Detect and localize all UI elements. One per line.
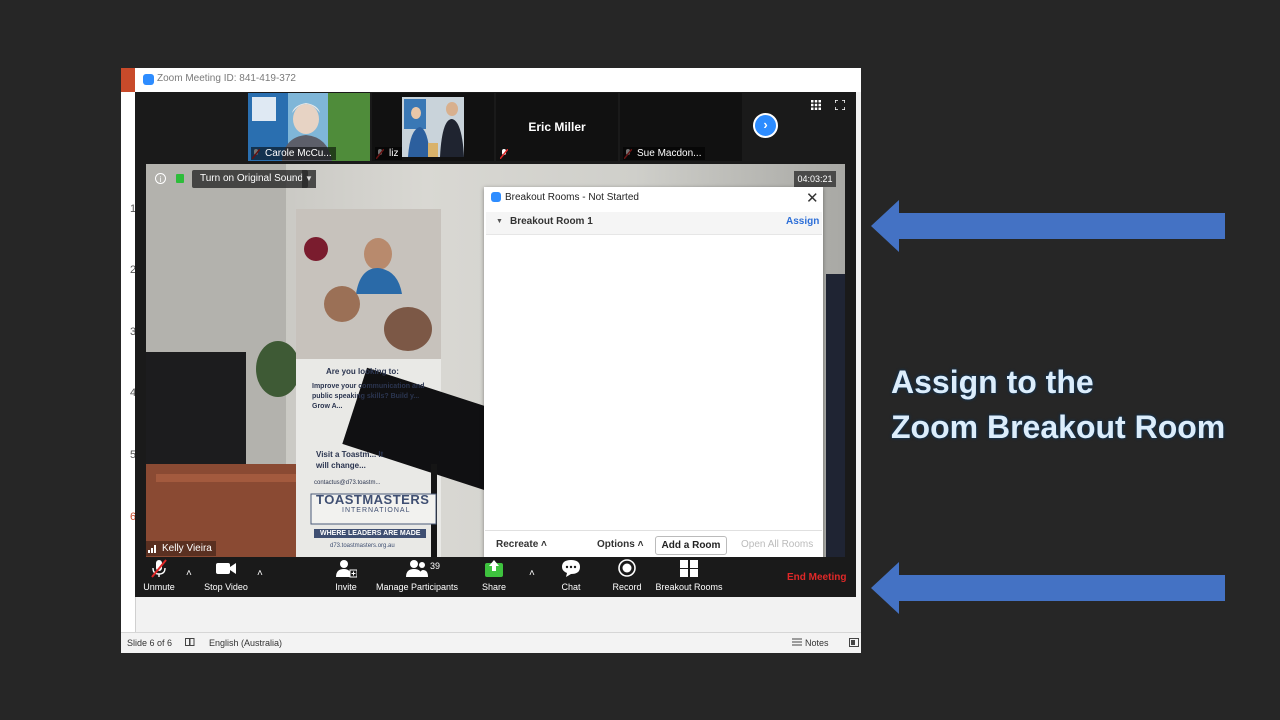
annotation-arrow-left-icon [871,562,1225,614]
gallery-view-icon[interactable] [811,100,821,110]
share-screen-icon [485,560,503,577]
breakout-rooms-label: Breakout Rooms [655,582,723,592]
meeting-id-title: Zoom Meeting ID: 841-419-372 [157,73,296,84]
open-all-rooms-button[interactable]: Open All Rooms [741,539,813,550]
original-sound-dropdown-icon[interactable]: ▼ [302,170,316,188]
meeting-info-icon[interactable]: i [155,173,166,184]
participant-name-large: Eric Miller [528,120,586,134]
options-button[interactable]: Options ˄ [597,539,643,550]
recreate-button[interactable]: Recreate ˄ [496,539,547,550]
chevron-up-icon: ˄ [637,539,644,550]
zoom-logo-icon [491,192,501,202]
stop-video-button[interactable]: Stop Video [203,559,249,592]
poster-body: Improve your communication and public sp… [312,383,425,410]
record-label: Record [612,582,642,592]
video-camera-icon [216,563,236,574]
breakout-rooms-button[interactable]: Breakout Rooms [655,559,723,592]
fullscreen-icon[interactable] [835,100,845,110]
participant-thumbnail[interactable]: liz [372,93,494,161]
assign-link[interactable]: Assign [786,216,819,227]
options-label: Options [597,539,635,550]
breakout-rooms-dialog [484,187,823,559]
caption-line-2: Zoom Breakout Room [891,409,1226,445]
participants-icon [406,560,428,577]
video-options-caret-icon[interactable]: ˄ [257,568,263,579]
signal-strength-icon [148,545,156,553]
record-icon [618,559,636,577]
unmute-label: Unmute [143,582,175,592]
annotation-arrow-left-icon [871,200,1225,252]
poster-brand: TOASTMASTERS [316,492,430,507]
breakout-room-name: Breakout Room 1 [510,216,593,227]
poster-headline: Are you looking to: [326,367,399,376]
muted-mic-icon [151,559,167,578]
invite-person-icon [336,560,358,578]
poster-site: d73.toastmasters.org.au [330,543,395,549]
record-button[interactable]: Record [611,559,643,592]
muted-mic-icon [500,149,508,159]
manage-participants-label: Manage Participants [376,582,459,592]
unmute-button[interactable]: Unmute [141,559,177,592]
breakout-rooms-icon [680,560,698,577]
next-page-arrow-icon[interactable]: › [753,113,778,138]
stop-video-label: Stop Video [204,582,248,592]
encryption-lock-icon[interactable] [176,174,184,183]
chat-button[interactable]: Chat [558,559,584,592]
annotation-caption: Assign to the Zoom Breakout Room [891,360,1225,450]
share-label: Share [481,582,507,592]
original-sound-button[interactable]: Turn on Original Sound [192,170,308,188]
manage-participants-button[interactable]: Manage Participants [376,559,458,592]
share-options-caret-icon[interactable]: ˄ [529,568,535,579]
zoom-title-bar: Zoom Meeting ID: 841-419-372 [135,68,861,92]
add-room-button[interactable]: Add a Room [655,536,727,555]
recreate-label: Recreate [496,539,539,550]
invite-label: Invite [335,582,357,592]
audio-options-caret-icon[interactable]: ˄ [186,568,192,579]
breakout-dialog-title: Breakout Rooms - Not Started [505,192,639,203]
normal-view-icon[interactable] [849,638,859,649]
participant-thumbnail[interactable]: Sue Macdon... [620,93,742,161]
poster-tagline: WHERE LEADERS ARE MADE [314,529,427,538]
poster-contact: contactus@d73.toastm... [314,480,381,486]
language-indicator[interactable]: English (Australia) [209,638,282,648]
end-meeting-button[interactable]: End Meeting [787,572,846,583]
chevron-up-icon: ˄ [541,539,547,550]
chat-bubble-icon [562,560,580,577]
close-icon[interactable]: ✕ [806,189,819,207]
invite-button[interactable]: Invite [333,559,359,592]
poster-visit: Visit a Toastm... It will change... [316,450,384,470]
participant-count-badge: 39 [430,561,441,571]
collapse-caret-icon[interactable]: ▼ [496,218,503,225]
poster-brand-sub: INTERNATIONAL [342,507,411,514]
meeting-timer: 04:03:21 [794,171,836,187]
participant-thumbnail[interactable]: Eric Miller [496,93,618,161]
slide-thumbnail-panel [121,92,136,632]
notes-icon[interactable] [792,638,802,648]
slide-counter: Slide 6 of 6 [127,638,173,648]
spellcheck-icon[interactable] [185,638,195,649]
notes-button[interactable]: Notes [805,638,829,648]
caption-line-1: Assign to the [891,364,1094,400]
share-screen-button[interactable]: Share [481,559,507,592]
powerpoint-status-bar: Slide 6 of 6 English (Australia) Notes [121,632,861,653]
participant-name: Carole McCu... [251,147,336,160]
powerpoint-ribbon-edge [121,68,135,92]
zoom-logo-icon [143,74,154,85]
participant-name: liz [375,147,403,160]
participant-name: Sue Macdon... [623,147,706,160]
participant-thumbnail[interactable]: Carole McCu... [248,93,370,161]
chat-label: Chat [561,582,581,592]
